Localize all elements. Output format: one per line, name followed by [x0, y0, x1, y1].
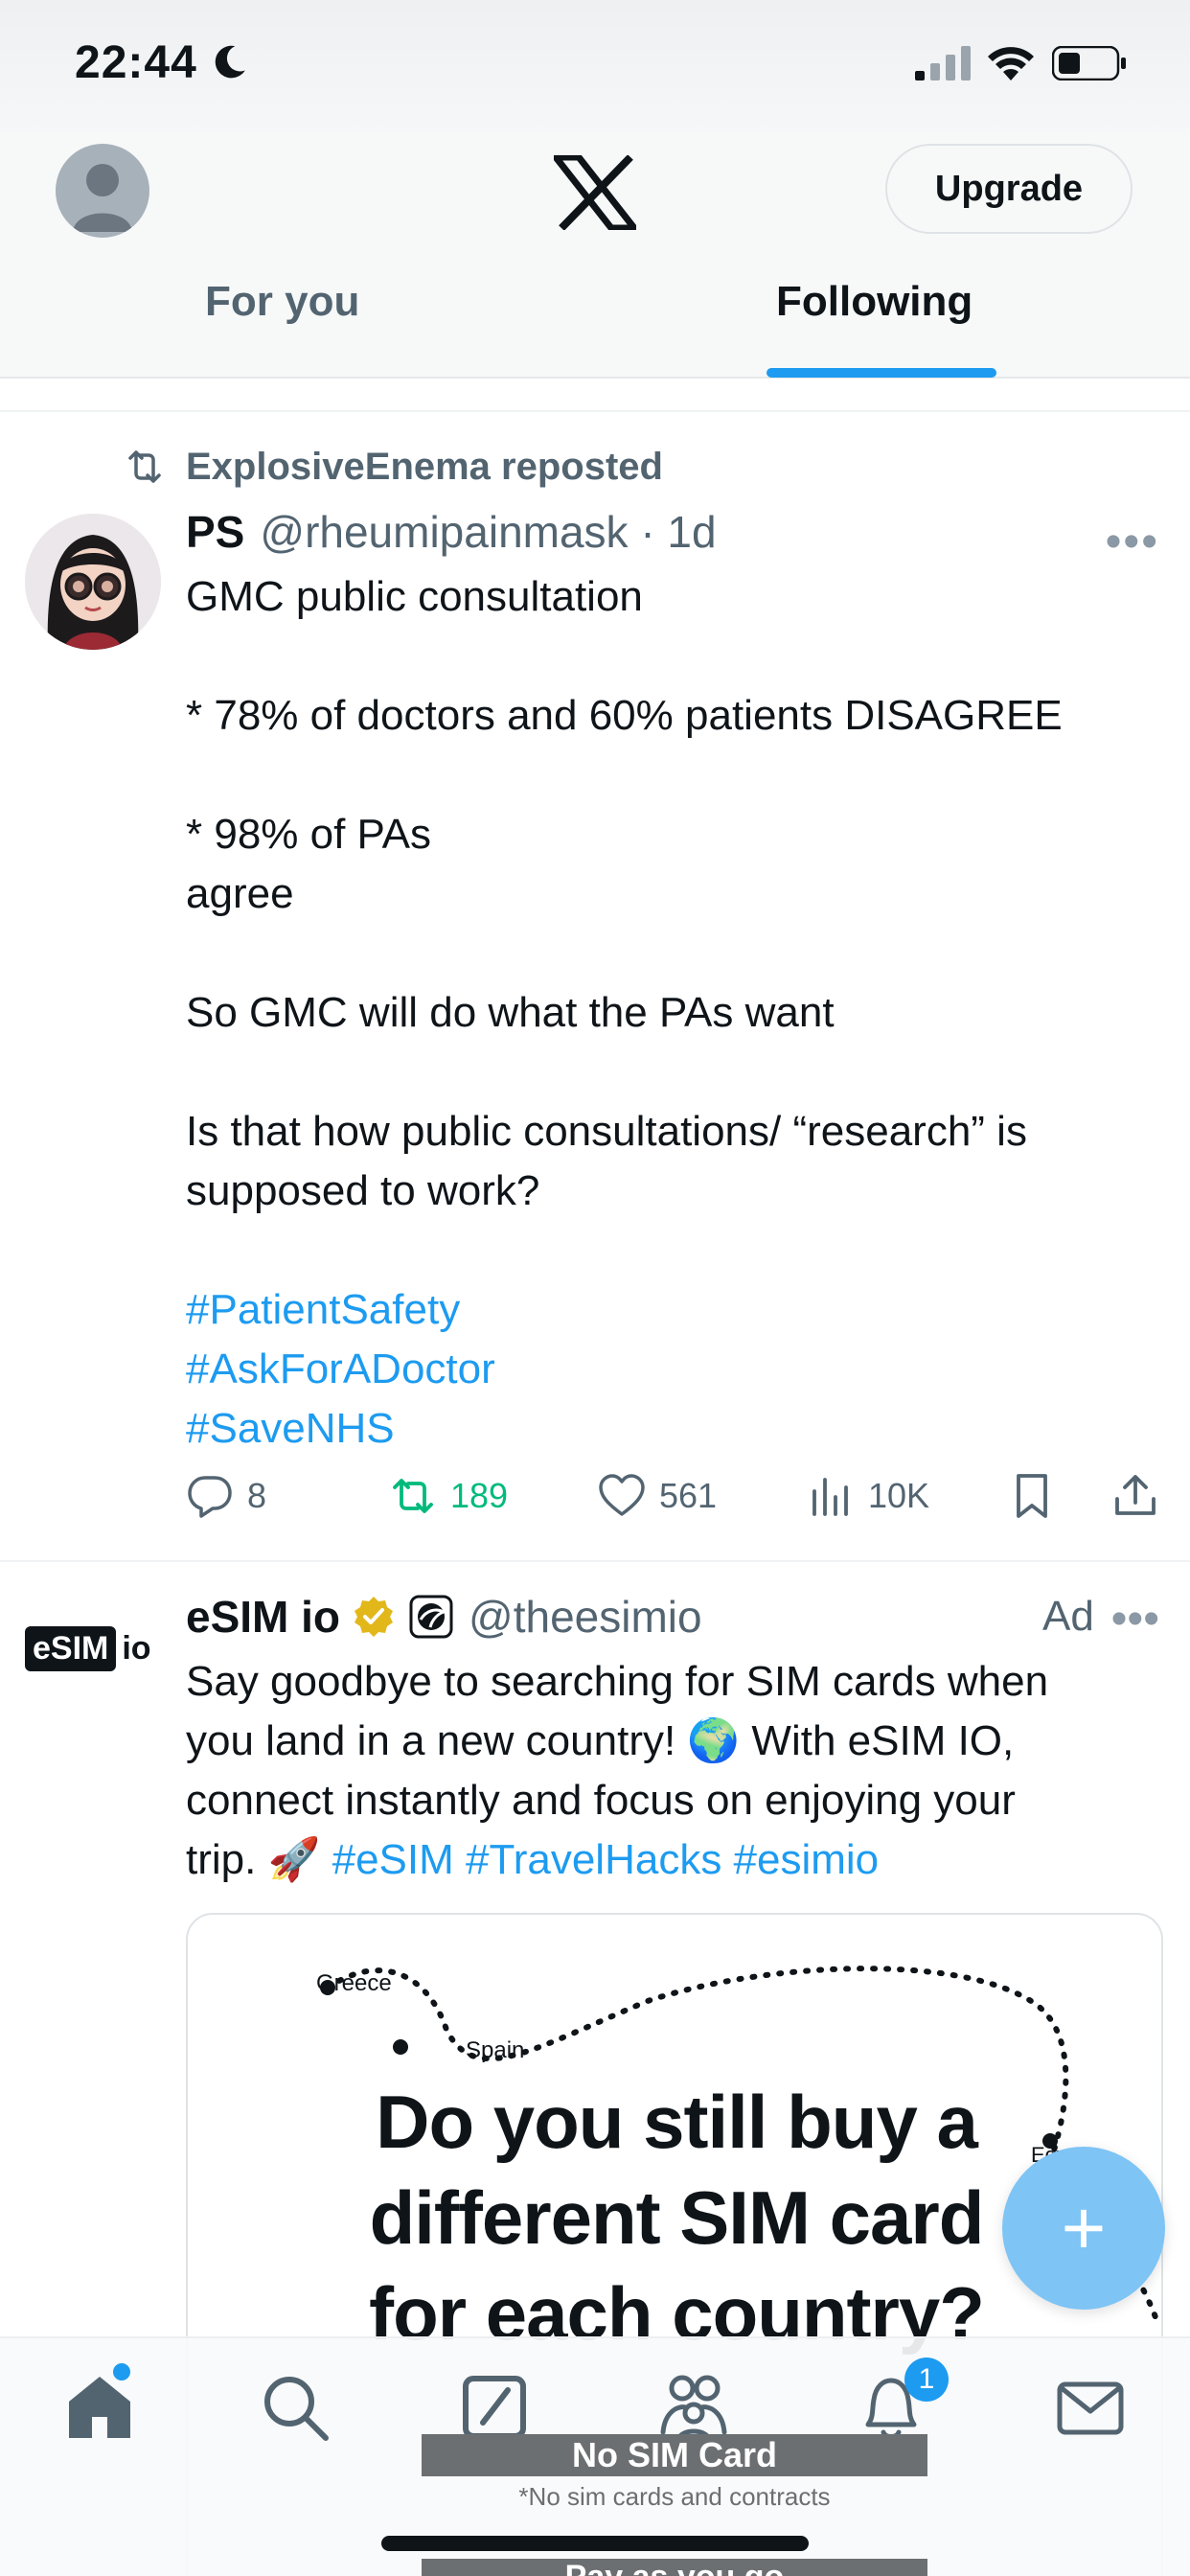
- tweet-header: PS @rheumipainmask · 1d: [186, 506, 717, 558]
- tweet-line-gap: [186, 627, 1154, 686]
- tweet-line: * 98% of PAs: [186, 811, 431, 858]
- grok-icon[interactable]: [458, 2371, 531, 2444]
- no-sim-card-subtext: *No sim cards and contracts: [518, 2482, 831, 2511]
- no-sim-card-banner: No SIM Card: [422, 2434, 927, 2476]
- view-count: 10K: [868, 1476, 930, 1515]
- bookmark-button[interactable]: [1008, 1472, 1069, 1520]
- city-label: Spain: [466, 2037, 525, 2063]
- compose-post-button[interactable]: +: [1002, 2147, 1165, 2310]
- tweet-line: Say goodbye to searching for SIM cards w…: [186, 1658, 1049, 1705]
- tweet-text: Say goodbye to searching for SIM cards w…: [186, 1652, 1163, 1890]
- analytics-icon: [812, 1478, 848, 1516]
- share-icon: [1115, 1475, 1156, 1515]
- tweet-header: eSIM io @theesimio: [186, 1591, 702, 1643]
- profile-avatar[interactable]: [56, 144, 149, 238]
- default-avatar-icon: [73, 164, 132, 232]
- esim-logo-box: eSIM: [25, 1625, 117, 1671]
- more-options-icon[interactable]: •••: [1111, 1593, 1159, 1645]
- tweet-line: Is that how public consultations/ “resea…: [186, 1108, 1027, 1155]
- tweet-line-gap: [186, 1043, 1154, 1102]
- new-posts-indicator: [113, 2363, 130, 2380]
- repost-by-label[interactable]: ExplosiveEnema reposted: [186, 446, 663, 489]
- divider: [0, 410, 1190, 412]
- tweet-actions: 8 189 561 10K: [186, 1472, 1163, 1528]
- handle-and-time[interactable]: @rheumipainmask · 1d: [260, 506, 716, 558]
- advertiser-avatar[interactable]: eSIM io: [25, 1620, 161, 1677]
- tweet-line: trip. 🚀 #eSIM #TravelHacks #esimio: [186, 1830, 1163, 1890]
- avatar[interactable]: [25, 514, 161, 650]
- active-tab-indicator: [767, 368, 996, 378]
- tweet-text: GMC public consultation * 78% of doctors…: [186, 567, 1154, 1459]
- hashtag-links[interactable]: #eSIM #TravelHacks #esimio: [332, 1836, 880, 1883]
- tweet-line: supposed to work?: [186, 1167, 540, 1214]
- status-time: 22:44: [75, 37, 197, 88]
- tweet-line: you land in a new country! 🌍 With eSIM I…: [186, 1717, 1015, 1764]
- tweet-line: * 78% of doctors and 60% patients DISAGR…: [186, 692, 1063, 739]
- notification-count-badge: 1: [904, 2358, 949, 2402]
- more-options-icon[interactable]: •••: [1106, 516, 1159, 568]
- repost-button[interactable]: 189: [389, 1472, 508, 1520]
- hashtag-link[interactable]: #SaveNHS: [186, 1399, 1154, 1459]
- tweet-line: connect instantly and focus on enjoying …: [186, 1777, 1016, 1824]
- like-count: 561: [659, 1476, 718, 1515]
- tab-following[interactable]: Following: [776, 278, 973, 326]
- divider: [0, 1560, 1190, 1562]
- gold-verified-badge-icon: [355, 1597, 394, 1637]
- hashtag-link[interactable]: #PatientSafety: [186, 1280, 1154, 1340]
- pay-as-you-go-banner: Pay as you go: [422, 2559, 927, 2576]
- home-icon[interactable]: [63, 2371, 136, 2444]
- x-logo-icon: [554, 155, 636, 230]
- battery-icon: [1052, 46, 1126, 80]
- repost-count: 189: [450, 1476, 509, 1515]
- search-icon[interactable]: [259, 2371, 332, 2444]
- repost-icon: [393, 1479, 433, 1513]
- tweet-line-gap: [186, 1221, 1154, 1280]
- like-button[interactable]: 561: [598, 1472, 717, 1520]
- upgrade-button[interactable]: Upgrade: [885, 144, 1133, 234]
- reply-button[interactable]: 8: [186, 1472, 266, 1520]
- tweet-line-gap: [186, 746, 1154, 805]
- tab-for-you[interactable]: For you: [205, 278, 359, 326]
- city-label: Greece: [316, 1970, 392, 1996]
- moon-icon: [215, 45, 245, 79]
- repost-context: ExplosiveEnema reposted: [123, 445, 663, 489]
- user-avatar-image: [25, 514, 161, 650]
- tweet-line: agree: [186, 870, 294, 917]
- reply-icon: [188, 1476, 232, 1518]
- communities-icon[interactable]: [657, 2371, 730, 2444]
- display-name[interactable]: eSIM io: [186, 1591, 340, 1643]
- hashtag-link[interactable]: #AskForADoctor: [186, 1340, 1154, 1399]
- wifi-icon: [988, 47, 1034, 80]
- heart-icon: [599, 1474, 645, 1516]
- repost-icon: [128, 450, 161, 483]
- views-button[interactable]: 10K: [807, 1472, 929, 1520]
- tweet-line-gap: [186, 924, 1154, 983]
- tweet-line: So GMC will do what the PAs want: [186, 989, 835, 1036]
- esim-logo-suffix: io: [122, 1629, 151, 1667]
- reply-count: 8: [247, 1476, 267, 1515]
- tweet-text-fragment: trip. 🚀: [186, 1836, 321, 1883]
- messages-icon[interactable]: [1054, 2371, 1127, 2444]
- cellular-signal-icon: [915, 46, 971, 80]
- status-bar: 22:44: [0, 0, 1190, 134]
- bookmark-icon: [1017, 1474, 1047, 1518]
- ad-headline-line: Do you still buy a: [376, 2080, 978, 2164]
- share-button[interactable]: [1111, 1472, 1173, 1520]
- ad-label: Ad: [1042, 1593, 1094, 1640]
- home-indicator[interactable]: [381, 2536, 809, 2551]
- timeline-header: Upgrade For you Following: [0, 134, 1190, 379]
- tweet-line: GMC public consultation: [186, 573, 643, 620]
- affiliate-badge-icon: [409, 1595, 453, 1639]
- display-name[interactable]: PS: [186, 506, 244, 558]
- plus-icon: +: [1061, 2185, 1107, 2270]
- handle[interactable]: @theesimio: [469, 1591, 702, 1643]
